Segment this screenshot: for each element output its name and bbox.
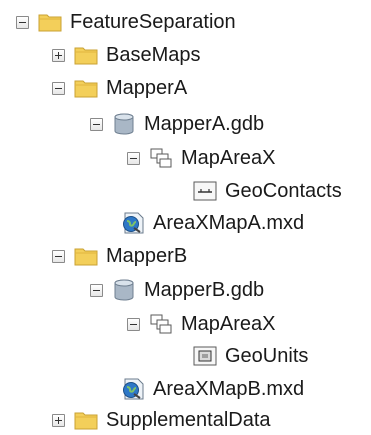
collapse-icon[interactable]: [52, 81, 65, 95]
tree-item-label: MapAreaX: [181, 147, 276, 169]
tree-item-label: GeoContacts: [225, 180, 342, 202]
tree-item-areaxmapb-mxd[interactable]: AreaXMapB.mxd: [0, 375, 371, 403]
folder-icon: [74, 44, 98, 66]
tree-item-label: MapperA.gdb: [144, 113, 265, 135]
collapse-icon[interactable]: [90, 283, 103, 297]
tree-item-label: SupplementalData: [106, 409, 271, 431]
tree-item-label: MapperA: [106, 77, 188, 99]
tree-item-label: AreaXMapB.mxd: [153, 378, 305, 400]
feature-dataset-icon: [149, 313, 173, 335]
collapse-icon[interactable]: [127, 151, 140, 165]
tree-item-mapareax-b[interactable]: MapAreaX: [0, 310, 371, 338]
collapse-icon[interactable]: [52, 249, 65, 263]
geodatabase-icon: [112, 113, 136, 135]
feature-dataset-icon: [149, 147, 173, 169]
collapse-icon[interactable]: [16, 15, 29, 29]
tree-item-label: GeoUnits: [225, 345, 309, 367]
collapse-icon[interactable]: [127, 317, 140, 331]
expand-icon[interactable]: [52, 413, 65, 427]
tree-item-geounits[interactable]: GeoUnits: [0, 342, 371, 370]
collapse-icon[interactable]: [90, 117, 103, 131]
tree-item-geocontacts[interactable]: GeoContacts: [0, 177, 371, 205]
map-document-icon: [121, 212, 145, 234]
tree-item-mappera-gdb[interactable]: MapperA.gdb: [0, 110, 371, 138]
folder-icon: [74, 77, 98, 99]
tree-item-label: MapperB: [106, 245, 188, 267]
line-feature-class-icon: [193, 180, 217, 202]
tree-item-label: BaseMaps: [106, 44, 201, 66]
tree-item-label: FeatureSeparation: [70, 11, 236, 33]
folder-icon: [38, 11, 62, 33]
tree-item-supplementaldata[interactable]: SupplementalData: [0, 406, 371, 434]
polygon-feature-class-icon: [193, 345, 217, 367]
tree-item-label: MapperB.gdb: [144, 279, 265, 301]
map-document-icon: [121, 378, 145, 400]
tree-item-mapperb-gdb[interactable]: MapperB.gdb: [0, 276, 371, 304]
tree-item-featureseparation[interactable]: FeatureSeparation: [0, 8, 371, 36]
tree-item-mapperb[interactable]: MapperB: [0, 242, 371, 270]
tree-item-basemaps[interactable]: BaseMaps: [0, 41, 371, 69]
folder-icon: [74, 245, 98, 267]
tree-item-areaxmapa-mxd[interactable]: AreaXMapA.mxd: [0, 209, 371, 237]
folder-icon: [74, 409, 98, 431]
tree-item-label: AreaXMapA.mxd: [153, 212, 305, 234]
tree-item-mapareax-a[interactable]: MapAreaX: [0, 144, 371, 172]
expand-icon[interactable]: [52, 48, 65, 62]
geodatabase-icon: [112, 279, 136, 301]
tree-item-label: MapAreaX: [181, 313, 276, 335]
tree-item-mappera[interactable]: MapperA: [0, 74, 371, 102]
